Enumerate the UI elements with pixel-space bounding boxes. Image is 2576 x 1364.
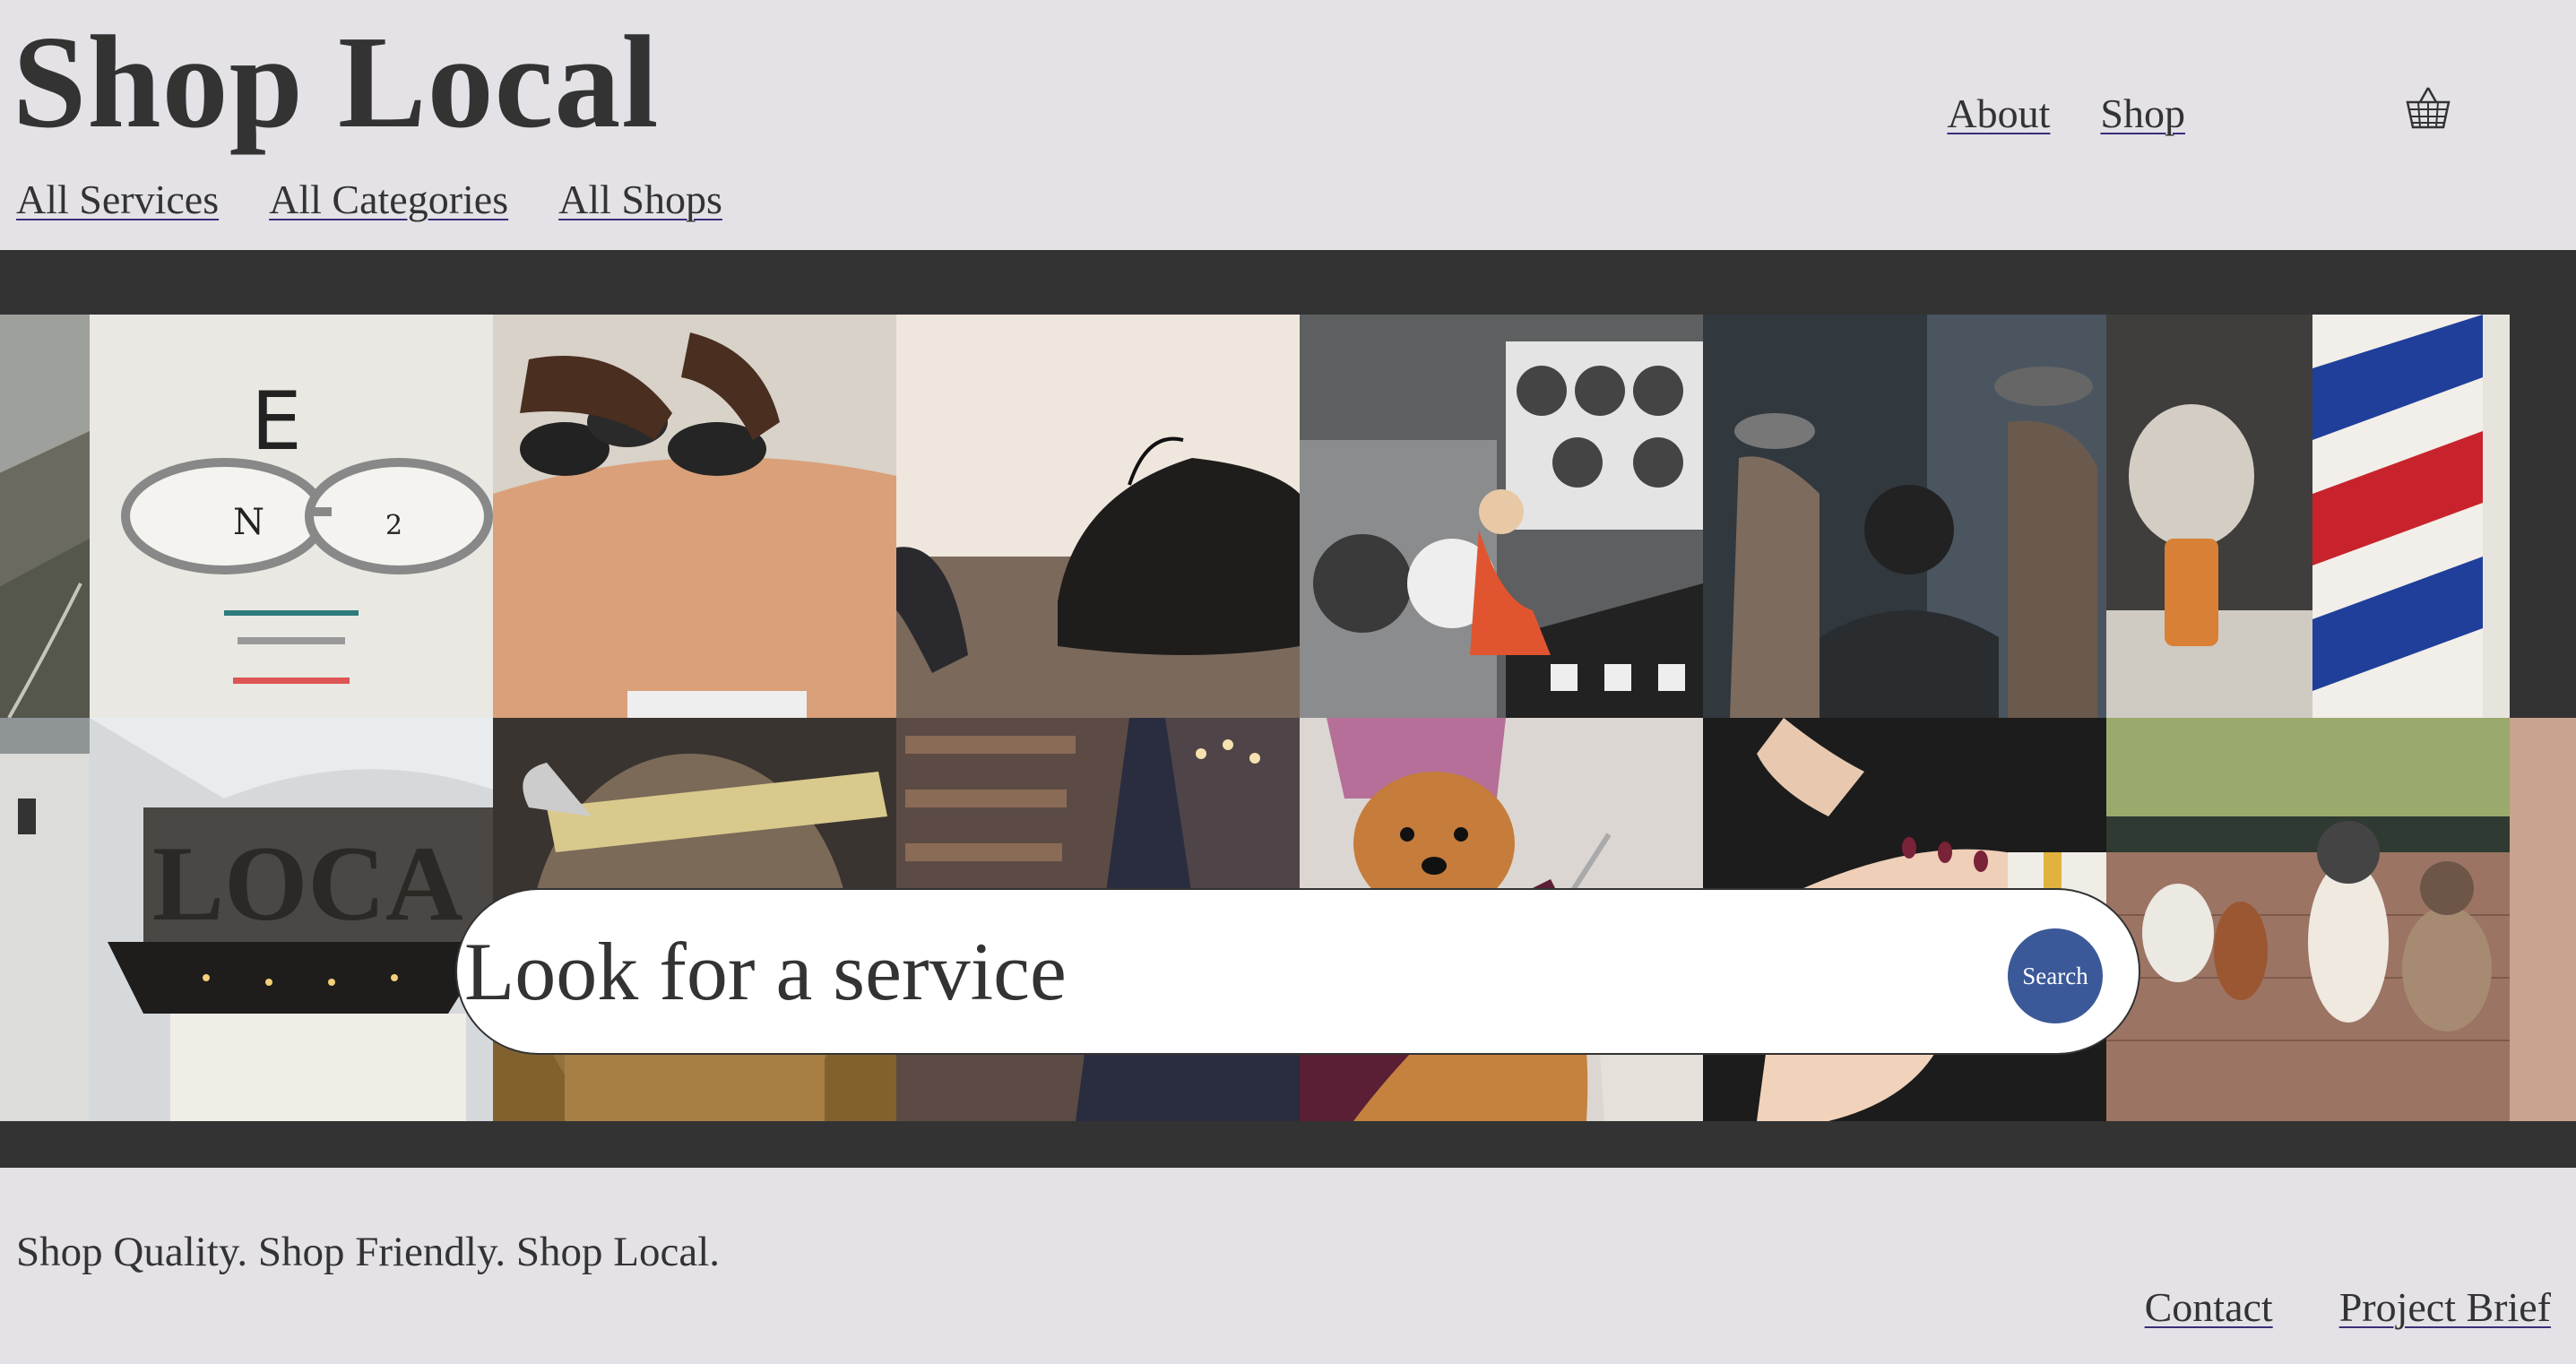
gallery-tile-mountain	[0, 315, 90, 718]
site-title[interactable]: Shop Local	[13, 16, 659, 149]
top-nav: About Shop	[1947, 90, 2185, 137]
gallery-tile-shoes[interactable]	[896, 315, 1300, 718]
gallery-tile-barbershop[interactable]	[1703, 315, 2106, 718]
local-sign-text: LOCA	[152, 824, 463, 943]
svg-text:E: E	[251, 375, 302, 469]
basket-icon[interactable]	[2402, 82, 2454, 134]
svg-text:2: 2	[385, 510, 402, 541]
nav-all-shops[interactable]: All Shops	[558, 176, 722, 223]
category-nav: All Services All Categories All Shops	[16, 176, 722, 223]
gallery-tile-barber-pole[interactable]	[2106, 315, 2510, 718]
gallery-tile-dog-walking[interactable]	[2106, 718, 2510, 1121]
gallery-tile-laundromat[interactable]	[1300, 315, 1703, 718]
gallery-tile-street	[0, 718, 90, 1121]
gallery-tile-local-sign[interactable]: LOCA	[90, 718, 493, 1121]
footer-nav: Contact Project Brief	[2145, 1283, 2551, 1331]
nav-about[interactable]: About	[1947, 90, 2050, 137]
search-input[interactable]	[462, 923, 1900, 1020]
nav-all-categories[interactable]: All Categories	[269, 176, 508, 223]
nav-all-services[interactable]: All Services	[16, 176, 219, 223]
footer-link-project-brief[interactable]: Project Brief	[2339, 1283, 2551, 1331]
svg-text:N: N	[233, 502, 264, 543]
footer-link-contact[interactable]: Contact	[2145, 1283, 2273, 1331]
footer-tagline: Shop Quality. Shop Friendly. Shop Local.	[16, 1229, 721, 1275]
gallery-tile-massage[interactable]	[493, 315, 896, 718]
service-gallery: EN 2 LOCA Look for a service Search	[0, 250, 2576, 1168]
search-button[interactable]: Search	[2008, 928, 2103, 1023]
gallery-tile-eye-chart[interactable]: EN 2	[90, 315, 493, 718]
gallery-tile-edge	[2510, 718, 2576, 1121]
search-bar: Search	[455, 888, 2140, 1055]
nav-shop[interactable]: Shop	[2100, 90, 2185, 137]
